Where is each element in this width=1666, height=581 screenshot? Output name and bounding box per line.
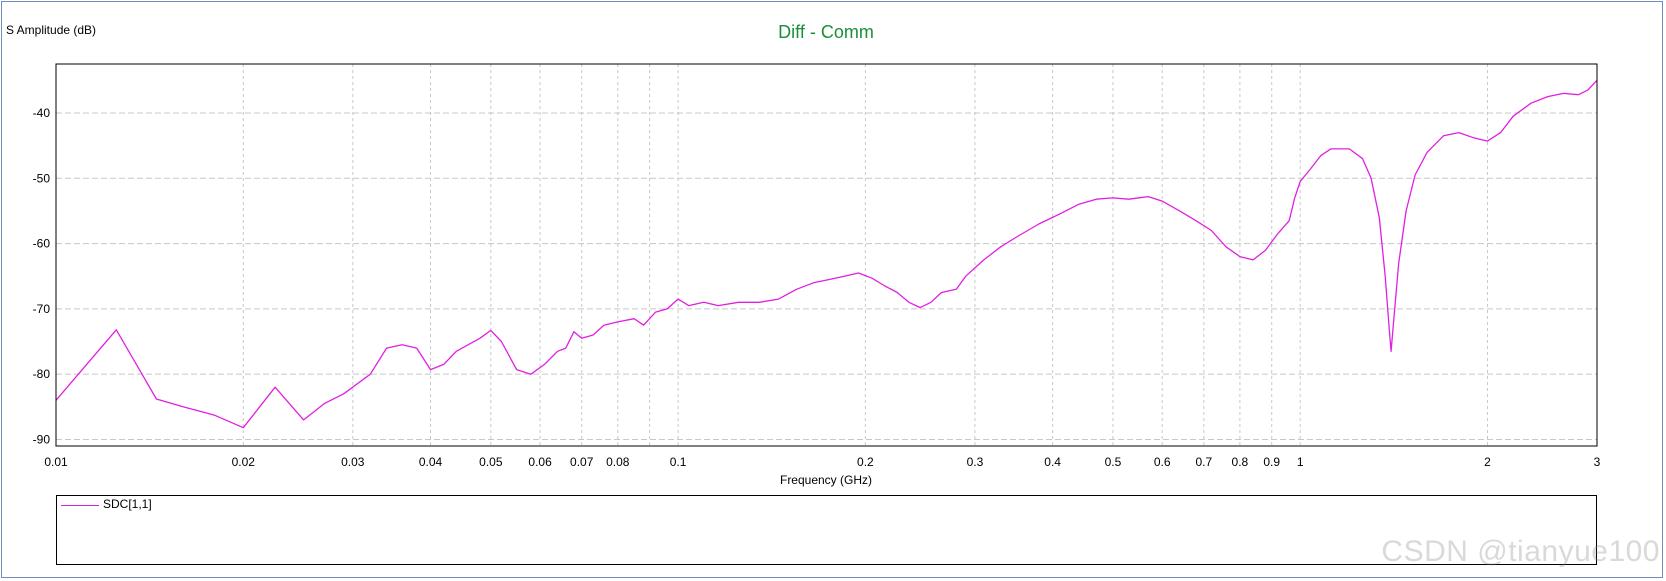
legend-box: SDC[1,1] — [56, 495, 1597, 565]
y-tick-label: -80 — [33, 367, 51, 381]
x-tick-label: 0.8 — [1232, 455, 1249, 469]
plot-area-border — [55, 63, 1598, 447]
y-tick-label: -50 — [33, 171, 51, 185]
grid-lines — [56, 64, 1597, 446]
tick-labels: 0.01 0.02 0.03 0.04 0.05 0.06 0.07 0.08 0.1 0.2 0.… — [33, 106, 1601, 469]
x-tick-label: 0.2 — [857, 455, 874, 469]
x-tick-label: 1 — [1297, 455, 1304, 469]
y-tick-label: -40 — [33, 106, 51, 120]
x-tick-label: 0.01 — [44, 455, 68, 469]
x-tick-label: 2 — [1484, 455, 1491, 469]
x-tick-label: 0.3 — [967, 455, 984, 469]
y-tick-label: -70 — [33, 302, 51, 316]
x-axis-label: Frequency (GHz) — [780, 473, 872, 487]
x-tick-label: 0.08 — [606, 455, 630, 469]
x-tick-label: 3 — [1594, 455, 1601, 469]
legend-swatch-sdc11 — [61, 505, 99, 506]
y-axis-label: S Amplitude (dB) — [6, 23, 96, 37]
x-tick-label: 0.04 — [419, 455, 443, 469]
chart-svg: Diff - Comm S Amplitude (dB) Frequency (… — [6, 22, 1601, 487]
x-tick-label: 0.06 — [528, 455, 552, 469]
y-tick-label: -60 — [33, 237, 51, 251]
x-tick-label: 0.02 — [232, 455, 256, 469]
x-tick-label: 0.7 — [1195, 455, 1212, 469]
y-tick-label: -90 — [33, 432, 51, 446]
x-tick-label: 0.5 — [1105, 455, 1122, 469]
x-tick-label: 0.1 — [670, 455, 687, 469]
watermark-text: CSDN @tianyue100 — [1381, 535, 1660, 568]
series-line-sdc11 — [55, 79, 1598, 429]
x-tick-label: 0.6 — [1154, 455, 1171, 469]
legend-label-sdc11: SDC[1,1] — [103, 497, 152, 511]
chart-title: Diff - Comm — [778, 22, 874, 42]
x-tick-label: 0.07 — [570, 455, 594, 469]
x-tick-label: 0.9 — [1263, 455, 1280, 469]
x-tick-label: 0.03 — [341, 455, 365, 469]
series-layer — [55, 79, 1598, 429]
x-tick-label: 0.05 — [479, 455, 503, 469]
x-tick-label: 0.4 — [1044, 455, 1061, 469]
